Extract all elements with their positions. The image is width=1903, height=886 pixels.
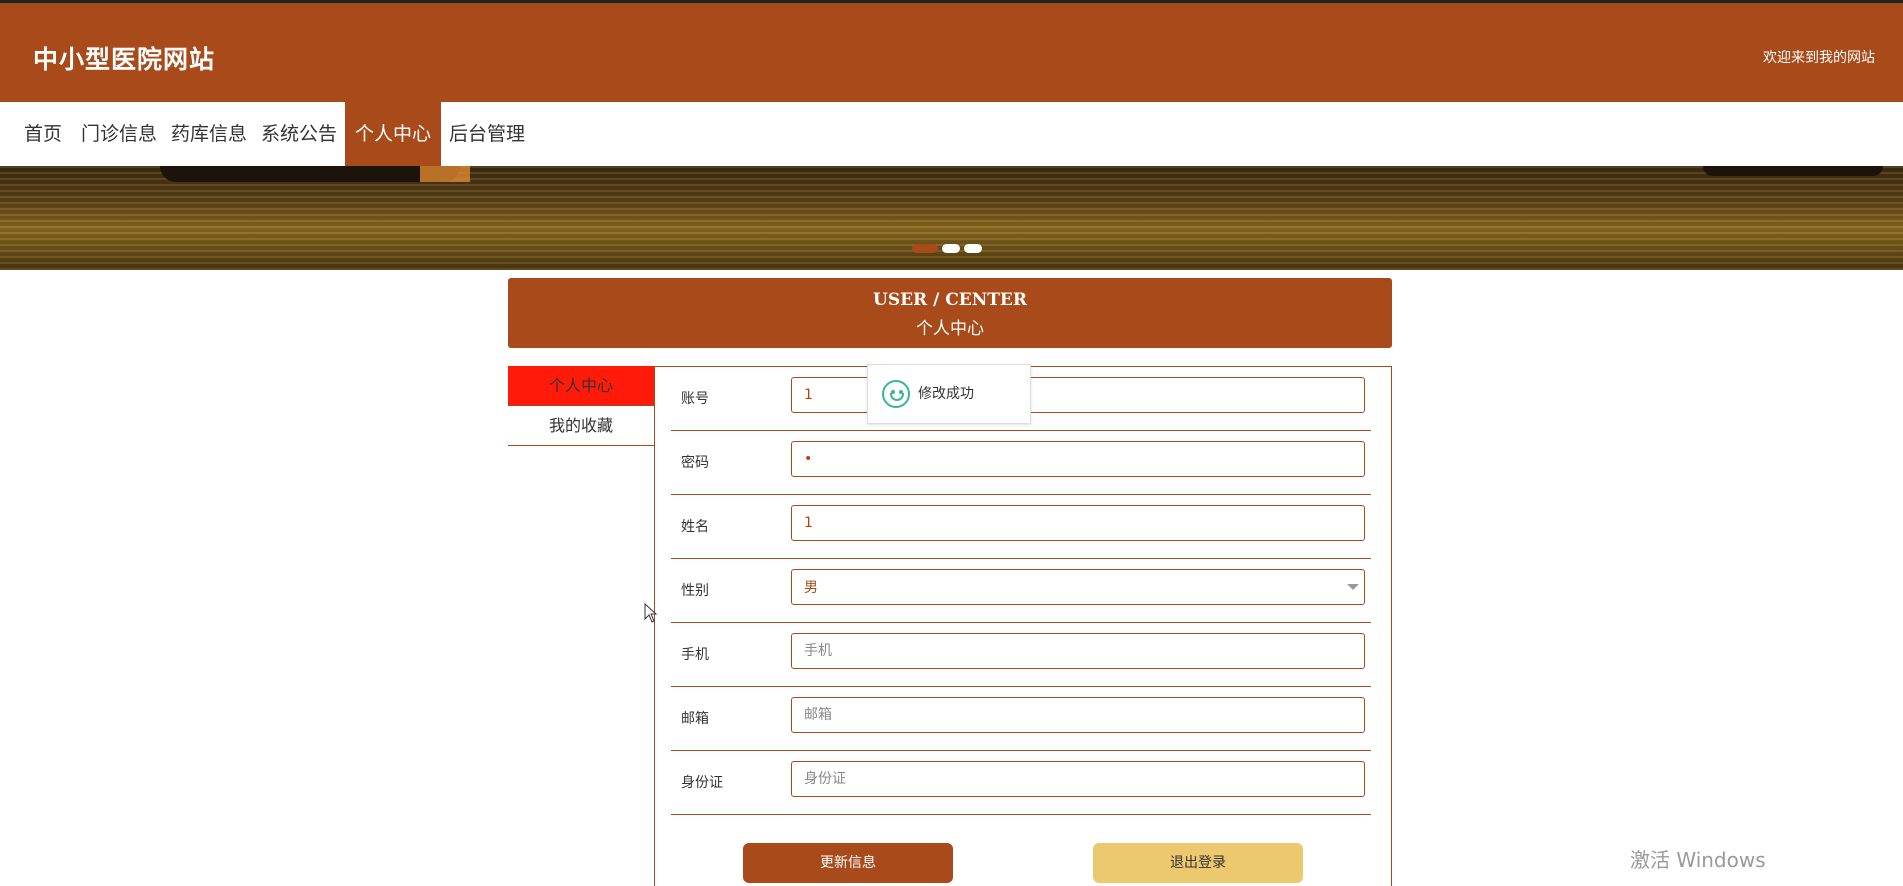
- email-input[interactable]: [791, 697, 1365, 733]
- side-item-user-center[interactable]: 个人中心: [508, 366, 654, 406]
- banner-boat-shape-2: [1703, 166, 1883, 176]
- form-row-id-card: 身份证: [671, 751, 1371, 815]
- name-input[interactable]: [791, 505, 1365, 541]
- nav-item-announcements[interactable]: 系统公告: [251, 102, 347, 166]
- form-row-email: 邮箱: [671, 687, 1371, 751]
- user-center-title-en: USER / CENTER: [873, 290, 1027, 310]
- windows-activation-watermark: 激活 Windows: [1630, 848, 1766, 872]
- form-row-phone: 手机: [671, 623, 1371, 687]
- top-header: 中小型医院网站 欢迎来到我的网站: [0, 0, 1903, 102]
- nav-item-pharmacy[interactable]: 药库信息: [161, 102, 257, 166]
- name-label: 姓名: [681, 519, 709, 535]
- update-info-button[interactable]: 更新信息: [743, 843, 953, 883]
- id-card-input[interactable]: [791, 761, 1365, 797]
- welcome-text: 欢迎来到我的网站: [1763, 50, 1875, 66]
- id-card-label: 身份证: [681, 775, 723, 791]
- user-center-title-cn: 个人中心: [916, 319, 984, 339]
- toast-message: 修改成功: [918, 386, 974, 402]
- chevron-down-icon[interactable]: [1347, 584, 1359, 590]
- site-title[interactable]: 中小型医院网站: [33, 40, 215, 76]
- main-nav: 首页 门诊信息 药库信息 系统公告 个人中心 后台管理: [0, 102, 1903, 166]
- banner-carousel: [0, 166, 1903, 270]
- success-toast: 修改成功: [867, 364, 1031, 424]
- carousel-dot-3[interactable]: [964, 244, 982, 253]
- nav-item-home[interactable]: 首页: [14, 102, 72, 166]
- side-menu: 个人中心 我的收藏: [508, 366, 654, 446]
- password-label: 密码: [681, 455, 709, 471]
- form-row-gender: 性别: [671, 559, 1371, 623]
- form-row-password: 密码: [671, 431, 1371, 495]
- user-center-header: USER / CENTER 个人中心: [508, 278, 1392, 348]
- carousel-dot-1[interactable]: [912, 244, 938, 253]
- logout-button[interactable]: 退出登录: [1093, 843, 1303, 883]
- banner-light-shape: [420, 166, 470, 182]
- phone-label: 手机: [681, 647, 709, 663]
- profile-form: 账号 密码 姓名 性别 手机 邮箱 身份证 更新信息 退出登录: [654, 366, 1392, 886]
- form-row-name: 姓名: [671, 495, 1371, 559]
- phone-input[interactable]: [791, 633, 1365, 669]
- email-label: 邮箱: [681, 711, 709, 727]
- banner-boat-shape: [160, 166, 460, 182]
- nav-item-outpatient[interactable]: 门诊信息: [71, 102, 167, 166]
- gender-label: 性别: [681, 583, 709, 599]
- carousel-dot-2[interactable]: [942, 244, 960, 253]
- gender-select[interactable]: [791, 569, 1365, 605]
- carousel-indicators: [912, 244, 986, 254]
- password-input[interactable]: [791, 441, 1365, 477]
- account-label: 账号: [681, 391, 709, 407]
- side-item-favorites[interactable]: 我的收藏: [508, 406, 654, 446]
- nav-item-user-center[interactable]: 个人中心: [345, 102, 442, 166]
- nav-item-admin[interactable]: 后台管理: [439, 102, 535, 166]
- smile-icon: [882, 380, 910, 408]
